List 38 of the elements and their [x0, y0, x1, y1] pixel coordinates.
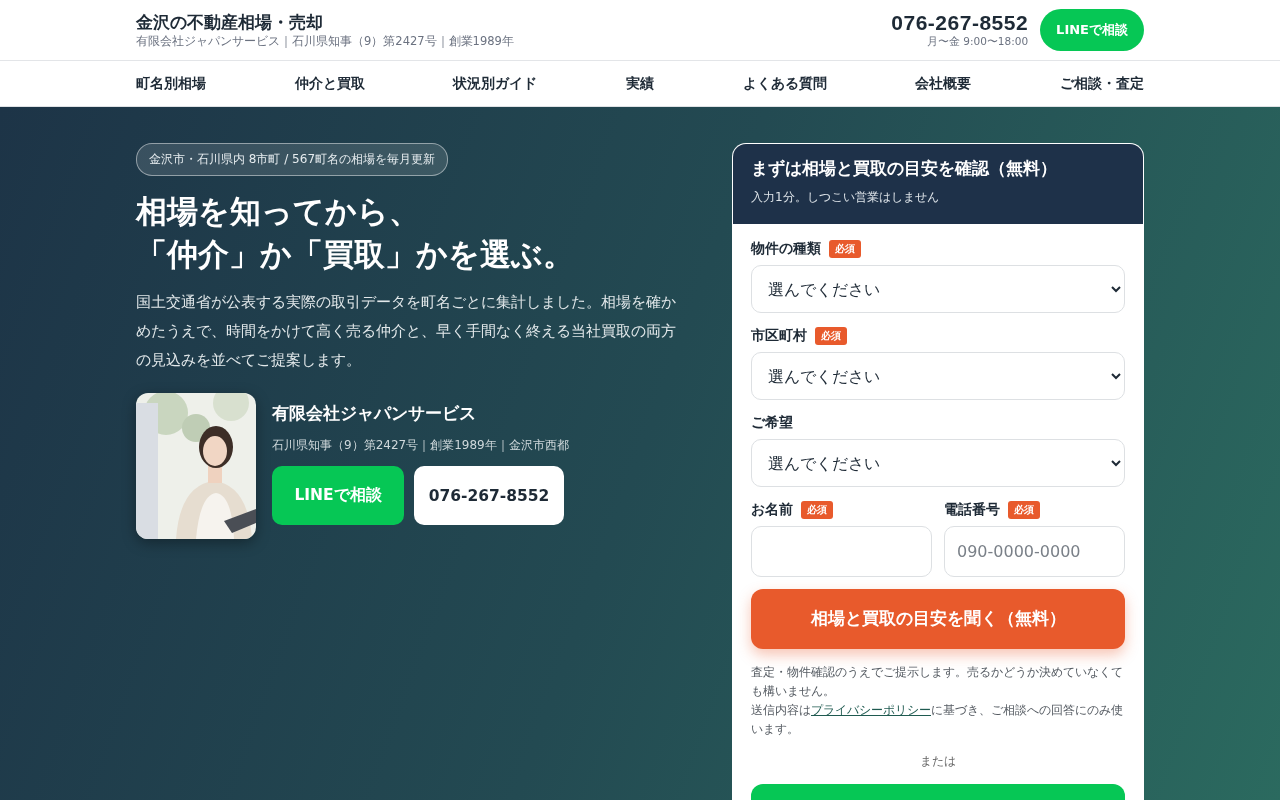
field-label: 市区町村 — [751, 327, 807, 345]
company-info: 有限会社ジャパンサービス｜石川県知事（9）第2427号｜創業1989年 — [136, 33, 514, 49]
business-hours: 月〜金 9:00〜18:00 — [925, 34, 1029, 48]
required-badge: 必須 — [1008, 501, 1040, 519]
field-label: 電話番号 — [944, 501, 1000, 519]
nav-link[interactable]: 状況別ガイド — [453, 74, 538, 93]
select-field[interactable]: 選んでください — [751, 352, 1125, 400]
privacy-note: 送信内容はプライバシーポリシーに基づき、ご相談への回答にのみ使います。 — [751, 702, 1124, 738]
nav-link[interactable]: 仲介と買取 — [294, 74, 365, 93]
form-subtitle: 入力1分。しつこい営業はしません — [751, 189, 940, 206]
site-title[interactable]: 金沢の不動産相場・売却 — [136, 11, 514, 33]
required-badge: 必須 — [815, 327, 847, 345]
required-badge: 必須 — [829, 240, 861, 258]
phone-number[interactable]: 076-267-8552 — [891, 12, 1029, 34]
select-field[interactable]: 選んでください — [751, 439, 1125, 487]
field-label: ご希望 — [751, 414, 793, 432]
company-details: 石川県知事（9）第2427号｜創業1989年｜金沢市西都 — [272, 437, 569, 454]
field-label: 物件の種類 — [751, 240, 821, 258]
nav-link[interactable]: ご相談・査定 — [1059, 74, 1144, 93]
nav-link[interactable]: 町名別相場 — [136, 74, 206, 93]
form-title: まずは相場と買取の目安を確認（無料） — [751, 158, 1058, 180]
submit-button[interactable]: 相場と買取の目安を聞く（無料） — [751, 589, 1125, 649]
nav-link[interactable]: よくある質問 — [742, 74, 827, 93]
hero-headline: 相場を知ってから、 「仲介」か「買取」かを選ぶ。 — [136, 192, 575, 274]
field-label: お名前 — [751, 501, 793, 519]
privacy-policy-link[interactable]: プライバシーポリシー — [811, 703, 931, 717]
form-note: 査定・物件確認のうえでご提示します。売るかどうか決めていなくても構いません。 — [751, 664, 1124, 700]
phone-button[interactable]: 076-267-8552 — [414, 466, 564, 525]
nav-link[interactable]: 会社概要 — [915, 74, 972, 93]
required-badge: 必須 — [801, 501, 833, 519]
hero-description: 国土交通省が公表する実際の取引データを町名ごとに集計しました。相場を確かめたうえで、時間をかけて高く売る仲介と、早く手間なく終える当社買取の両方の見込みを並べてご提案します。 — [136, 292, 676, 371]
select-field[interactable]: 選んでください — [751, 265, 1125, 313]
separator-text: または — [919, 753, 957, 770]
input-field[interactable] — [751, 526, 932, 577]
nav-link[interactable]: 実績 — [625, 74, 654, 93]
company-name: 有限会社ジャパンサービス — [272, 403, 477, 425]
input-field[interactable]: 090-0000-0000 — [944, 526, 1125, 577]
update-badge: 金沢市・石川県内 8市町 / 567町名の相場を毎月更新 — [136, 143, 449, 176]
